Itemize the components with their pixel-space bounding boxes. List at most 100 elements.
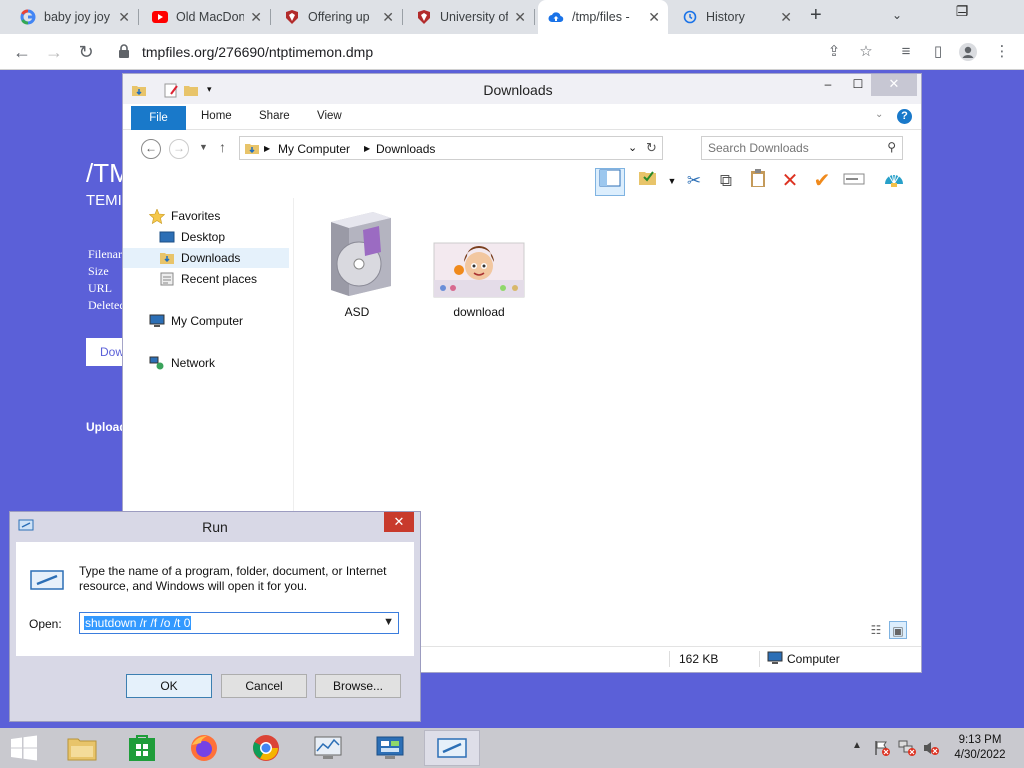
close-button[interactable]: ✕ [871, 74, 917, 96]
back-arrow-icon[interactable]: ← [10, 40, 34, 64]
back-arrow-icon[interactable]: ← [141, 139, 161, 159]
performance-monitor-taskbar-icon[interactable] [300, 730, 356, 766]
file-item-download[interactable]: download [431, 242, 527, 319]
up-arrow-icon[interactable]: ↑ [219, 139, 226, 155]
run-taskbar-icon[interactable] [424, 730, 480, 766]
tab-share[interactable]: Share [259, 110, 290, 122]
chevron-down-icon[interactable]: ⌄ [892, 8, 902, 22]
status-divider [759, 651, 760, 667]
address-bar[interactable]: ▶ My Computer ▶ Downloads ⌄ ↻ [239, 136, 663, 160]
command-bar: ▼ ✂ ⧉ ✕ ✔ [123, 166, 921, 196]
chevron-right-icon[interactable]: ▶ [364, 144, 370, 153]
restore-icon[interactable]: ❐ [940, 0, 984, 26]
chevron-right-icon[interactable]: ▶ [264, 144, 270, 153]
ok-button[interactable]: OK [126, 674, 212, 698]
chevron-up-icon[interactable]: ▲ [852, 740, 862, 751]
browse-button[interactable]: Browse... [315, 674, 401, 698]
tab-offering-up[interactable]: Offering up ✕ [274, 0, 403, 34]
large-icons-view-icon[interactable]: ▣ [889, 621, 907, 639]
network-tray-icon[interactable] [898, 740, 916, 759]
lock-icon[interactable] [118, 44, 130, 58]
close-icon[interactable]: ✕ [250, 9, 262, 26]
tab-file[interactable]: File [131, 106, 186, 130]
start-button[interactable] [0, 730, 48, 766]
tab-history[interactable]: History ✕ [672, 0, 800, 34]
chevron-down-icon[interactable]: ⌄ [875, 109, 883, 120]
tab-title: History [706, 10, 745, 24]
control-panel-taskbar-icon[interactable] [362, 730, 418, 766]
tab-old-macdonald[interactable]: Old MacDon ✕ [142, 0, 271, 34]
chrome-taskbar-icon[interactable] [238, 730, 294, 766]
tab-view[interactable]: View [317, 110, 342, 122]
side-panel-icon[interactable]: ▯ [928, 42, 948, 62]
close-icon[interactable]: ✕ [118, 9, 130, 26]
rename-icon[interactable] [841, 168, 867, 194]
reload-icon[interactable]: ↻ [74, 40, 98, 64]
nav-favorites[interactable]: Favorites [123, 206, 289, 226]
new-tab-button[interactable]: + [810, 4, 822, 27]
nav-downloads[interactable]: Downloads [123, 248, 289, 268]
cancel-button[interactable]: Cancel [221, 674, 307, 698]
file-explorer-taskbar-icon[interactable] [54, 730, 110, 766]
breadcrumb-downloads[interactable]: Downloads [376, 142, 435, 156]
help-icon[interactable]: ? [897, 109, 912, 124]
command-combobox[interactable]: shutdown /r /f /o /t 0 ▼ [79, 612, 399, 634]
pitt-icon [416, 9, 432, 25]
nav-network[interactable]: Network [123, 353, 289, 373]
nav-recent-places[interactable]: Recent places [123, 269, 289, 289]
bookmark-star-icon[interactable]: ☆ [856, 42, 876, 62]
tab-home[interactable]: Home [201, 110, 232, 122]
download-button[interactable]: Dow [86, 338, 126, 366]
forward-arrow-icon[interactable]: → [169, 139, 189, 159]
close-icon[interactable]: ✕ [780, 9, 792, 26]
search-box[interactable]: ⚲ [701, 136, 903, 160]
run-program-icon [30, 568, 64, 595]
action-center-icon[interactable] [874, 740, 890, 759]
computer-icon [767, 651, 783, 668]
cut-icon[interactable]: ✂ [681, 168, 707, 194]
tab-university-of[interactable]: University of ✕ [406, 0, 535, 34]
tab-tmp-files[interactable]: /tmp/files - ✕ [538, 0, 668, 34]
close-button[interactable]: ✕ [384, 512, 414, 532]
system-clock[interactable]: 9:13 PM 4/30/2022 [950, 733, 1010, 763]
close-icon[interactable]: ✕ [382, 9, 394, 26]
minimize-icon[interactable]: – [813, 74, 843, 96]
refresh-icon[interactable]: ↻ [646, 140, 657, 156]
preview-pane-icon[interactable] [595, 168, 625, 196]
nav-my-computer[interactable]: My Computer [123, 311, 289, 331]
address-row: ← → ▼ ↑ ▶ My Computer ▶ Downloads ⌄ ↻ ⚲ [123, 132, 921, 164]
upload-link[interactable]: Upload [86, 420, 127, 434]
nav-desktop[interactable]: Desktop [123, 227, 289, 247]
recent-locations-icon[interactable]: ▼ [199, 142, 208, 152]
store-taskbar-icon[interactable] [114, 730, 170, 766]
chevron-down-icon[interactable]: ▼ [383, 616, 394, 628]
share-icon[interactable]: ⇪ [824, 42, 844, 62]
search-input[interactable] [708, 140, 878, 156]
pitt-icon [284, 9, 300, 25]
tab-baby-joy-joy[interactable]: baby joy joy ✕ [10, 0, 139, 34]
copy-icon[interactable]: ⧉ [713, 168, 739, 194]
chevron-down-icon[interactable]: ⌄ [628, 141, 637, 154]
checkmark-icon[interactable]: ✔ [809, 168, 835, 194]
command-input[interactable]: shutdown /r /f /o /t 0 [84, 616, 192, 630]
more-menu-icon[interactable]: ⋮ [992, 42, 1012, 62]
media-queue-icon[interactable]: ≡ [896, 42, 916, 62]
file-item-asd[interactable]: ASD [311, 208, 403, 319]
maximize-icon[interactable]: ☐ [843, 74, 873, 96]
breadcrumb-my-computer[interactable]: My Computer [278, 142, 350, 156]
delete-icon[interactable]: ✕ [777, 168, 803, 194]
details-view-icon[interactable]: ☷ [867, 621, 885, 639]
taskbar: ▲ 9:13 PM 4/30/2022 [0, 728, 1024, 768]
profile-avatar-icon[interactable] [958, 42, 978, 62]
forward-arrow-icon[interactable]: → [42, 40, 66, 64]
volume-icon[interactable] [922, 740, 940, 759]
network-icon [149, 356, 165, 370]
folder-down-icon [244, 140, 260, 159]
close-icon[interactable]: ✕ [514, 9, 526, 26]
address-bar[interactable]: tmpfiles.org/276690/ntptimemon.dmp [142, 44, 373, 60]
folder-options-icon[interactable] [635, 168, 661, 194]
firefox-taskbar-icon[interactable] [176, 730, 232, 766]
close-icon[interactable]: ✕ [648, 9, 660, 26]
paste-icon[interactable] [745, 168, 771, 194]
shell-icon[interactable] [881, 168, 907, 194]
